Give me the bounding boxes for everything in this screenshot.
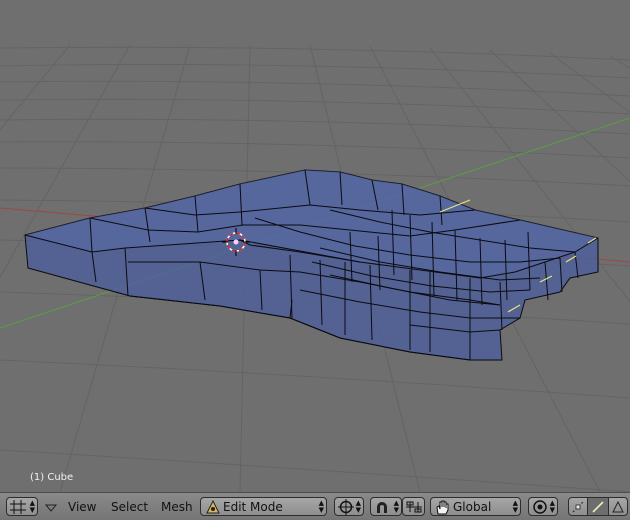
mode-label: Edit Mode (223, 499, 283, 514)
triangle-down-icon[interactable] (45, 503, 57, 513)
grid-icon (10, 499, 26, 514)
3d-viewport[interactable]: (1) Cube (0, 0, 630, 492)
menu-mesh[interactable]: Mesh (161, 500, 193, 514)
proportional-edit-icon (533, 499, 547, 514)
blender-window: (1) Cube ▲ ▼ View Select Mesh Edit Mode ▲… (0, 0, 630, 520)
edge-select-icon (592, 500, 604, 513)
proportional-edit-button[interactable]: ▲ ▼ (528, 497, 558, 516)
select-mode-group (568, 497, 628, 516)
snap-button[interactable]: ▲ ▼ (370, 497, 402, 516)
updown-arrow-icon: ▲ ▼ (355, 498, 361, 514)
mode-dropdown[interactable]: Edit Mode ▲ ▼ (200, 497, 327, 516)
orientation-label: Global (453, 499, 492, 514)
manipulator-button[interactable] (402, 497, 425, 516)
edge-select-button[interactable] (588, 498, 609, 515)
face-select-icon (612, 500, 624, 512)
updown-arrow-icon: ▲ ▼ (512, 498, 518, 514)
pivot-point-button[interactable]: ▲ ▼ (334, 497, 364, 516)
pivot-icon (338, 498, 354, 515)
viewport-header: ▲ ▼ View Select Mesh Edit Mode ▲ ▼ ▲ ▼ ▲… (0, 492, 630, 520)
manipulator-icon (405, 501, 422, 512)
cube-mesh[interactable] (24, 169, 599, 361)
menu-view[interactable]: View (68, 500, 96, 514)
updown-arrow-icon: ▲ ▼ (393, 498, 399, 514)
vertex-select-button[interactable] (569, 498, 589, 515)
updown-arrow-icon: ▲ ▼ (29, 498, 35, 514)
viewport-canvas (0, 44, 630, 492)
object-info-label: (1) Cube (30, 472, 74, 483)
face-select-button[interactable] (609, 498, 627, 515)
edit-mode-icon (206, 499, 220, 513)
vertex-select-icon (572, 501, 584, 512)
menu-select[interactable]: Select (111, 500, 148, 514)
editor-type-button[interactable]: ▲ ▼ (6, 497, 38, 516)
magnet-icon (377, 501, 387, 513)
updown-arrow-icon: ▲ ▼ (549, 498, 555, 514)
orientation-dropdown[interactable]: Global ▲ ▼ (430, 497, 521, 516)
hand-icon (436, 500, 449, 514)
updown-arrow-icon: ▲ ▼ (318, 498, 324, 514)
